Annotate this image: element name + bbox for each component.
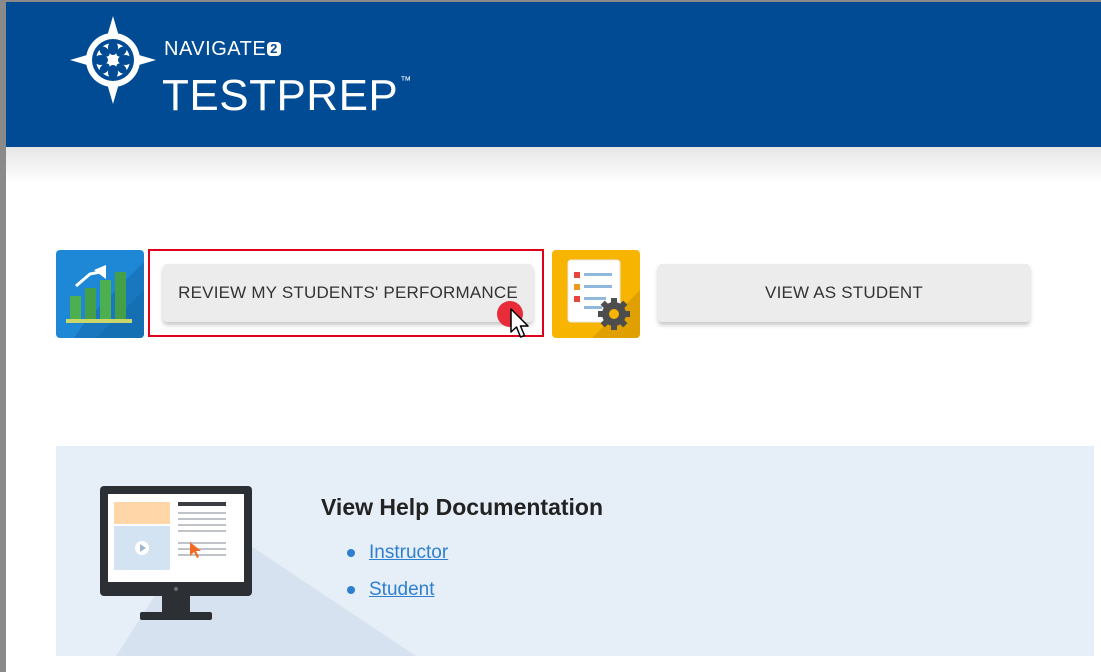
student-help-link[interactable]: Student	[369, 579, 435, 601]
view-as-student-tile[interactable]	[552, 250, 640, 338]
app-header: NAVIGATE 2 TESTPREP ™	[6, 2, 1101, 147]
view-as-student-button[interactable]: VIEW AS STUDENT	[658, 264, 1030, 322]
review-performance-tile[interactable]	[56, 250, 144, 338]
help-documentation-panel: View Help Documentation Instructor Stude…	[56, 446, 1094, 656]
highlight-box	[148, 249, 544, 337]
instructor-help-link[interactable]: Instructor	[369, 542, 448, 564]
navigate-testprep-logo[interactable]: NAVIGATE 2 TESTPREP ™	[68, 14, 411, 119]
header-shadow	[6, 147, 1101, 183]
brand-two-badge: 2	[267, 42, 281, 56]
mouse-pointer-icon	[510, 308, 529, 338]
compass-icon	[70, 16, 156, 104]
bullet-icon	[347, 586, 355, 594]
document-settings-icon	[567, 259, 640, 338]
brand-testprep: TESTPREP ™	[162, 71, 412, 120]
bar-chart-growth-icon	[56, 262, 144, 338]
computer-monitor-icon	[100, 486, 252, 620]
gear-icon	[598, 298, 630, 330]
help-documentation-title: View Help Documentation	[321, 494, 604, 520]
trademark-mark: ™	[400, 75, 412, 87]
bullet-icon	[347, 549, 355, 557]
